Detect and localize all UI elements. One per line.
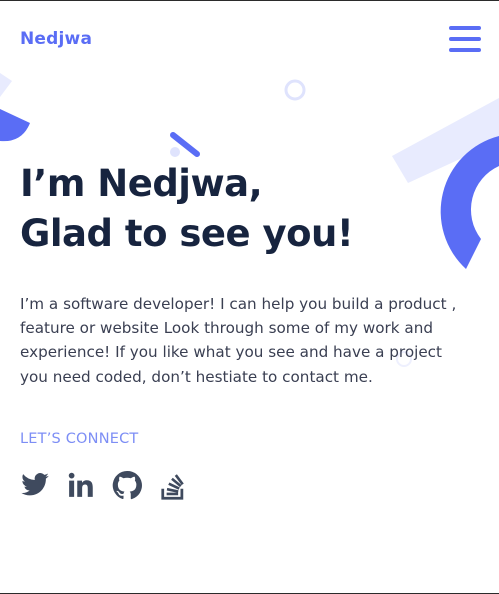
linkedin-icon[interactable] — [66, 470, 96, 500]
headline-line-2: Glad to see you! — [20, 212, 354, 255]
stackoverflow-icon[interactable] — [158, 470, 188, 500]
menu-line — [449, 48, 481, 52]
menu-line — [449, 26, 481, 30]
logo[interactable]: Nedjwa — [20, 29, 92, 49]
menu-line — [449, 37, 481, 41]
lets-connect-link[interactable]: LET’S CONNECT — [20, 431, 139, 447]
hamburger-menu-icon[interactable] — [449, 25, 481, 53]
intro-paragraph: I’m a software developer! I can help you… — [20, 295, 457, 386]
github-icon[interactable] — [112, 470, 142, 500]
twitter-icon[interactable] — [20, 470, 50, 500]
decor-diagonal-bar — [170, 132, 200, 157]
headline-line-1: I’m Nedjwa, — [20, 162, 263, 205]
decor-blue-wedge — [0, 109, 30, 142]
social-links — [20, 470, 188, 500]
decor-pale-band-left — [0, 73, 12, 97]
decor-dot — [170, 147, 180, 157]
page: Nedjwa I’m Nedjwa, Glad to see you! I’m … — [0, 0, 499, 594]
decor-ring-top — [284, 79, 306, 101]
hero-headline: I’m Nedjwa, Glad to see you! — [20, 159, 460, 259]
